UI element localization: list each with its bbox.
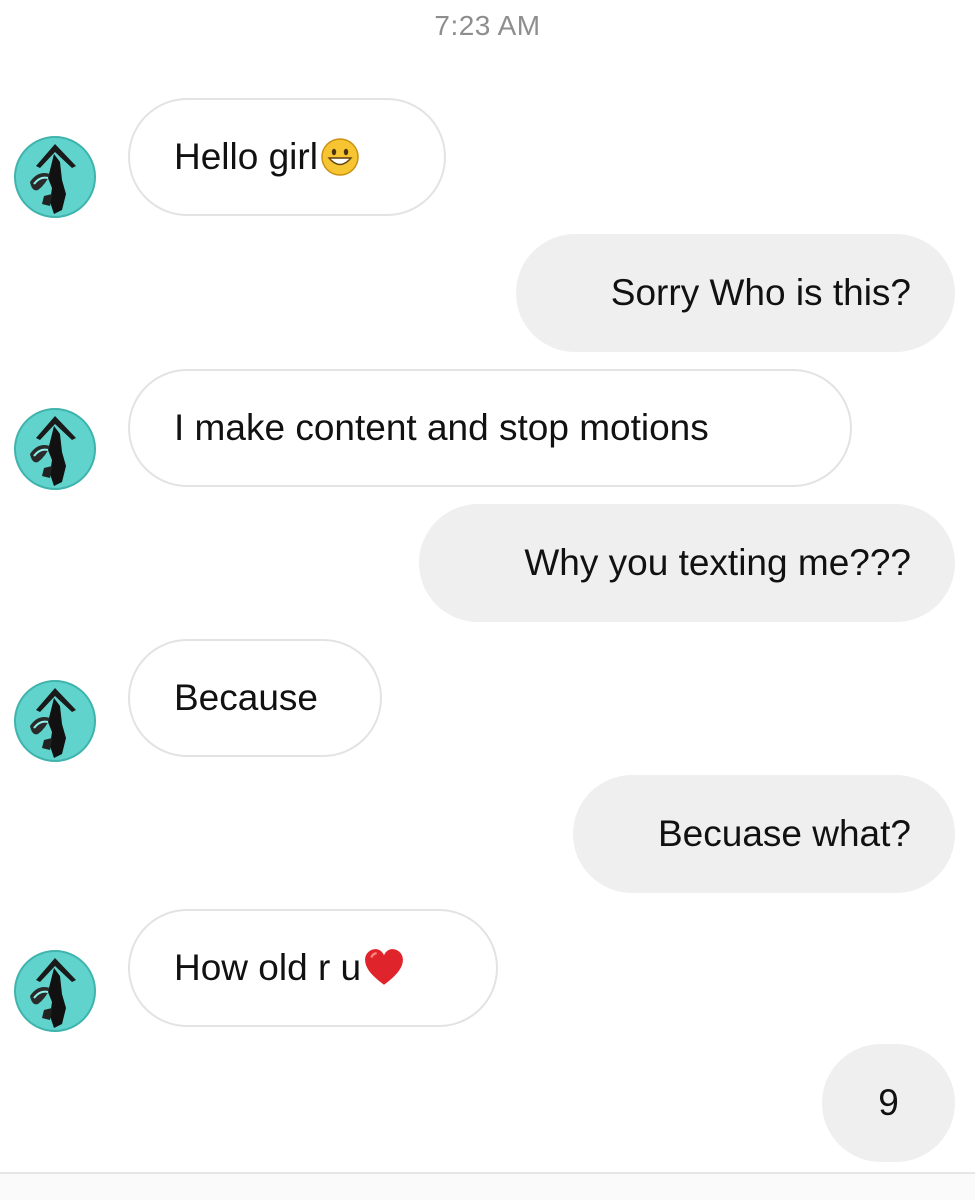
message-composer-bar[interactable]: [0, 1172, 975, 1200]
outgoing-message-bubble[interactable]: Becuase what?: [573, 775, 955, 893]
sender-avatar[interactable]: [14, 136, 96, 218]
outgoing-message-bubble[interactable]: 9: [822, 1044, 955, 1162]
incoming-message-bubble[interactable]: Hello girl: [128, 98, 446, 216]
message-text: I make content and stop motions: [174, 407, 709, 448]
message-text: How old r u: [174, 947, 362, 988]
outgoing-message-bubble[interactable]: Why you texting me???: [419, 504, 955, 622]
avatar-image-icon: [14, 680, 96, 762]
sender-avatar[interactable]: [14, 680, 96, 762]
message-text: Because: [174, 677, 318, 718]
avatar-image-icon: [14, 950, 96, 1032]
avatar-image-icon: [14, 408, 96, 490]
red-heart-emoji-icon: [363, 947, 405, 989]
message-timestamp: 7:23 AM: [434, 10, 541, 41]
message-text: Becuase what?: [657, 813, 911, 854]
incoming-message-bubble[interactable]: How old r u: [128, 909, 498, 1027]
sender-avatar[interactable]: [14, 408, 96, 490]
incoming-message-bubble[interactable]: Because: [128, 639, 382, 757]
sender-avatar[interactable]: [14, 950, 96, 1032]
message-text: Sorry Who is this?: [610, 272, 911, 313]
incoming-message-bubble[interactable]: I make content and stop motions: [128, 369, 852, 487]
message-text: 9: [878, 1082, 899, 1123]
message-text: Hello girl: [174, 136, 318, 177]
avatar-image-icon: [14, 136, 96, 218]
grinning-face-emoji-icon: [320, 137, 360, 177]
outgoing-message-bubble[interactable]: Sorry Who is this?: [516, 234, 955, 352]
message-text: Why you texting me???: [524, 542, 911, 583]
